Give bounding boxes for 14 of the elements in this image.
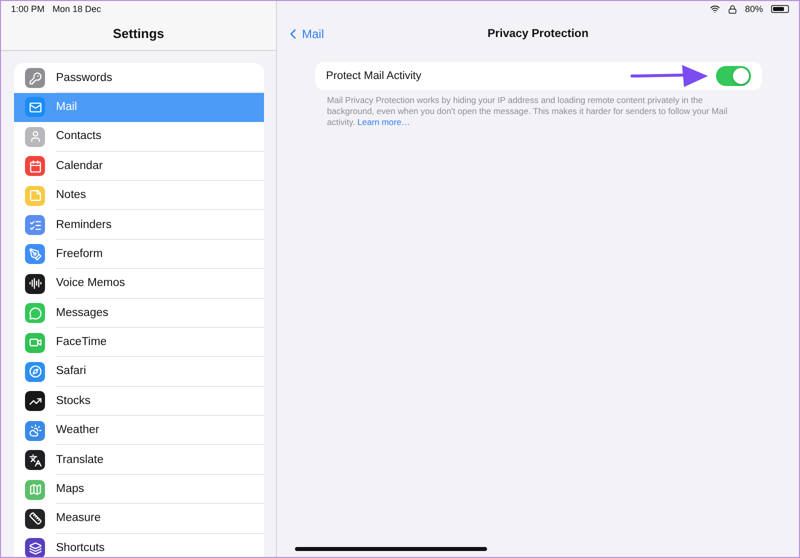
battery-percent: 80% (744, 4, 763, 14)
learn-more-link[interactable]: Learn more… (357, 117, 410, 127)
sidebar-title: Settings (112, 25, 166, 44)
date: Mon 18 Dec (52, 4, 102, 14)
setting-label: Protect Mail Activity (326, 70, 422, 82)
wifi-icon (710, 4, 720, 14)
page-title: Privacy Protection (488, 28, 588, 40)
clock-time: 1:00 PM (11, 4, 45, 14)
row-label: Shortcuts (56, 541, 106, 556)
row-label: Mail (56, 100, 78, 116)
lock-icon (728, 4, 737, 14)
toggle-switch[interactable] (716, 66, 751, 86)
battery-icon (771, 5, 789, 13)
description-text: Mail Privacy Protection works by hiding your IP address and loading remote content privately in the background, even when you don't open the message. This makes it harder for senders to follow your Mail activity. Learn more… (327, 95, 728, 128)
